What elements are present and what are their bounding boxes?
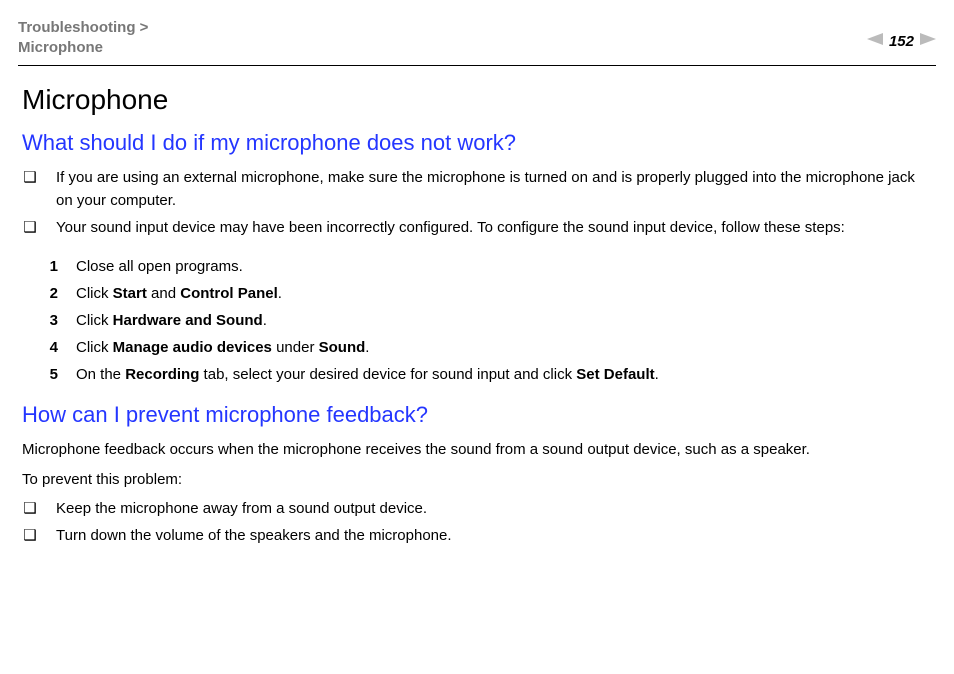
step-item: 1 Close all open programs. <box>42 253 932 280</box>
breadcrumb-separator: > <box>140 19 149 36</box>
page-content: Microphone What should I do if my microp… <box>18 84 936 548</box>
step-text: On the Recording tab, select your desire… <box>76 361 932 388</box>
list-item: ❑ Your sound input device may have been … <box>22 216 932 239</box>
step-number: 5 <box>42 361 58 388</box>
bullet-icon: ❑ <box>22 216 38 239</box>
section-heading: What should I do if my microphone does n… <box>22 130 932 156</box>
document-page: Troubleshooting > Microphone 152 Microph… <box>0 0 954 674</box>
page-number: 152 <box>889 33 914 50</box>
page-navigator: 152 <box>867 32 936 50</box>
list-item: ❑ Keep the microphone away from a sound … <box>22 497 932 520</box>
step-item: 2 Click Start and Control Panel. <box>42 280 932 307</box>
page-next-icon[interactable] <box>920 32 936 50</box>
bullet-list: ❑ Keep the microphone away from a sound … <box>22 497 932 548</box>
paragraph: Microphone feedback occurs when the micr… <box>22 438 932 461</box>
step-text: Click Start and Control Panel. <box>76 280 932 307</box>
step-number: 4 <box>42 334 58 361</box>
breadcrumb-child: Microphone <box>18 39 103 56</box>
list-item-text: Your sound input device may have been in… <box>56 216 932 239</box>
list-item: ❑ Turn down the volume of the speakers a… <box>22 524 932 547</box>
step-item: 5 On the Recording tab, select your desi… <box>42 361 932 388</box>
bullet-icon: ❑ <box>22 524 38 547</box>
step-number: 2 <box>42 280 58 307</box>
section-heading: How can I prevent microphone feedback? <box>22 402 932 428</box>
step-text: Click Manage audio devices under Sound. <box>76 334 932 361</box>
step-item: 3 Click Hardware and Sound. <box>42 307 932 334</box>
header-divider <box>18 65 936 66</box>
bullet-list: ❑ If you are using an external microphon… <box>22 166 932 240</box>
page-header: Troubleshooting > Microphone 152 <box>18 18 936 59</box>
paragraph: To prevent this problem: <box>22 468 932 491</box>
step-number: 3 <box>42 307 58 334</box>
bullet-icon: ❑ <box>22 166 38 213</box>
step-text: Click Hardware and Sound. <box>76 307 932 334</box>
ordered-steps: 1 Close all open programs. 2 Click Start… <box>42 253 932 388</box>
list-item-text: Keep the microphone away from a sound ou… <box>56 497 932 520</box>
step-text: Close all open programs. <box>76 253 932 280</box>
list-item-text: Turn down the volume of the speakers and… <box>56 524 932 547</box>
breadcrumb-parent: Troubleshooting <box>18 19 136 36</box>
bullet-icon: ❑ <box>22 497 38 520</box>
list-item-text: If you are using an external microphone,… <box>56 166 932 213</box>
page-prev-icon[interactable] <box>867 32 883 50</box>
step-number: 1 <box>42 253 58 280</box>
breadcrumb: Troubleshooting > Microphone <box>18 18 148 59</box>
page-title: Microphone <box>22 84 932 116</box>
step-item: 4 Click Manage audio devices under Sound… <box>42 334 932 361</box>
list-item: ❑ If you are using an external microphon… <box>22 166 932 213</box>
